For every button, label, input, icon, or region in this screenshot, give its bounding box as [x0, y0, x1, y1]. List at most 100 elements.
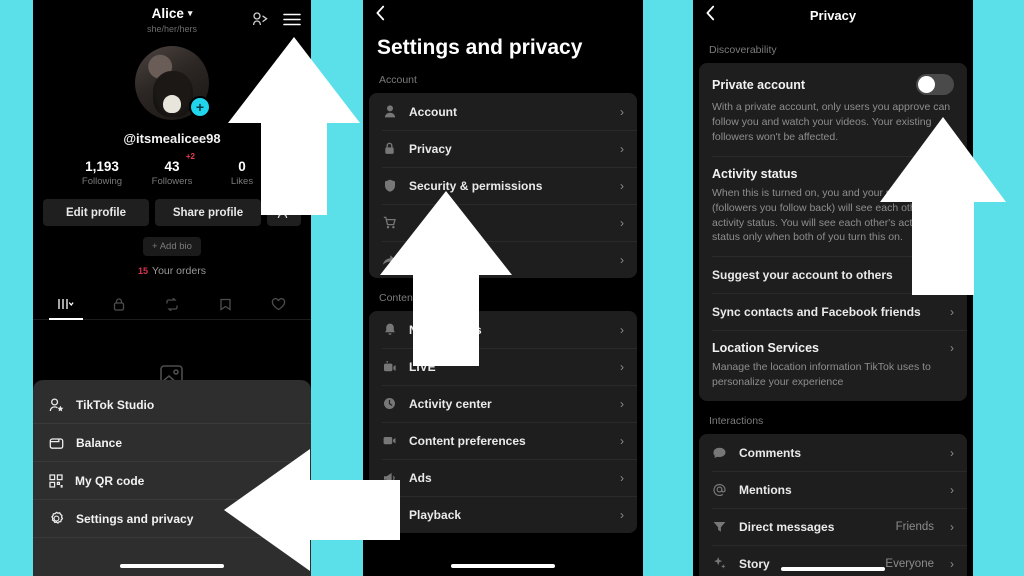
clock-icon — [382, 397, 397, 410]
chevron-right-icon: › — [620, 215, 624, 230]
sheet-item-label: Balance — [76, 435, 123, 450]
chevron-right-icon: › — [950, 341, 954, 356]
row-direct-messages[interactable]: Direct messages Friends › — [699, 508, 967, 545]
chevron-right-icon: › — [620, 141, 624, 156]
video-icon — [382, 435, 397, 446]
annotation-arrow-up-to-privacy-row — [380, 191, 512, 366]
stat-value: 43 — [164, 159, 180, 174]
row-comments[interactable]: Comments › — [699, 434, 967, 471]
chevron-right-icon: › — [620, 396, 624, 411]
your-orders-label: Your orders — [152, 265, 206, 277]
tab-reposts[interactable] — [145, 289, 198, 319]
row-label: Direct messages — [739, 519, 835, 534]
followers-new-badge: +2 — [185, 152, 195, 161]
stat-label: Following — [81, 176, 123, 187]
location-services-description: Manage the location information TikTok u… — [712, 361, 931, 389]
row-mentions[interactable]: Mentions › — [699, 471, 967, 508]
chevron-right-icon: › — [620, 178, 624, 193]
row-label: Mentions — [739, 482, 792, 497]
direct-message-icon — [712, 521, 727, 533]
sheet-item-label: TikTok Studio — [76, 397, 155, 412]
story-icon — [712, 557, 727, 570]
stat-label: Followers — [151, 176, 193, 187]
private-account-toggle[interactable] — [916, 74, 954, 95]
row-privacy[interactable]: Privacy › — [369, 130, 637, 167]
location-services-title: Location Services — [712, 341, 819, 356]
row-value: Everyone — [885, 557, 934, 570]
private-account-title: Private account — [712, 77, 806, 92]
sheet-item-label: Settings and privacy — [76, 511, 194, 526]
your-orders-row[interactable]: 15 Your orders — [33, 265, 311, 277]
chevron-right-icon: › — [950, 556, 954, 571]
screenshot-stage: Alice ▾ she/her/hers + @itsmealicee98 1,… — [0, 0, 1024, 576]
profile-header: Alice ▾ she/her/hers — [33, 0, 311, 34]
settings-nav-bar — [363, 0, 643, 30]
chevron-right-icon: › — [620, 433, 624, 448]
mention-icon — [712, 483, 727, 497]
row-sync-contacts[interactable]: Sync contacts and Facebook friends › — [699, 293, 967, 330]
profile-display-name: Alice — [151, 6, 184, 21]
stat-value: 1,193 — [85, 159, 119, 174]
row-label: Content preferences — [409, 433, 526, 448]
add-story-plus-button[interactable]: + — [189, 96, 211, 118]
row-label: Sync contacts and Facebook friends — [712, 304, 921, 319]
row-story[interactable]: Story Everyone › — [699, 545, 967, 576]
profile-pronouns: she/her/hers — [146, 24, 198, 34]
toggle-knob — [918, 76, 935, 93]
lock-icon — [382, 142, 397, 155]
chevron-right-icon: › — [950, 445, 954, 460]
tab-private[interactable] — [92, 289, 145, 319]
orders-badge: 15 — [138, 266, 149, 276]
home-indicator — [781, 567, 885, 571]
section-label-interactions: Interactions — [709, 415, 764, 428]
person-star-icon — [49, 397, 64, 411]
row-playback[interactable]: Playback › — [369, 496, 637, 533]
add-bio-button[interactable]: + Add bio — [143, 237, 201, 256]
row-account[interactable]: Account › — [369, 93, 637, 130]
stat-followers[interactable]: +2 43 Followers — [137, 152, 207, 187]
privacy-group-interactions: Comments › Mentions › Direct messages Fr… — [699, 434, 967, 576]
row-label: Ads — [409, 470, 432, 485]
qr-code-icon — [49, 473, 63, 488]
edit-profile-button[interactable]: Edit profile — [43, 199, 149, 226]
annotation-arrow-left-to-settings — [224, 449, 400, 571]
home-indicator — [120, 564, 224, 568]
avatar[interactable]: + — [135, 46, 211, 120]
chevron-right-icon: › — [950, 482, 954, 497]
privacy-nav-bar: Privacy — [693, 0, 973, 30]
page-title: Settings and privacy — [377, 36, 583, 59]
row-label: Activity center — [409, 396, 492, 411]
page-title: Privacy — [809, 7, 857, 23]
sheet-item-label: My QR code — [75, 473, 145, 488]
gear-icon — [51, 511, 64, 524]
row-activity-center[interactable]: Activity center › — [369, 385, 637, 422]
chevron-down-icon: ▾ — [187, 8, 193, 18]
comment-icon — [712, 447, 727, 459]
chevron-right-icon: › — [620, 104, 624, 119]
row-content-preferences[interactable]: Content preferences › — [369, 422, 637, 459]
tab-favorites[interactable] — [199, 289, 252, 319]
chevron-right-icon: › — [620, 322, 624, 337]
profile-tabs — [33, 289, 311, 320]
row-value: Friends — [895, 520, 934, 533]
chevron-right-icon: › — [950, 304, 954, 319]
profile-name-switcher[interactable]: Alice ▾ — [152, 6, 193, 21]
person-icon — [382, 105, 397, 118]
chevron-right-icon: › — [950, 519, 954, 534]
home-indicator — [451, 564, 555, 568]
row-label: Privacy — [409, 141, 452, 156]
annotation-arrow-up-to-hamburger — [228, 37, 360, 215]
stat-following[interactable]: 1,193 Following — [67, 159, 137, 187]
block-location-services[interactable]: Location Services › Manage the location … — [699, 330, 967, 401]
chevron-right-icon: › — [620, 470, 624, 485]
back-chevron-left-icon[interactable] — [375, 5, 386, 26]
sheet-item-tiktok-studio[interactable]: TikTok Studio — [33, 386, 311, 424]
group-label-account: Account — [379, 74, 417, 86]
row-label: Account — [409, 104, 457, 119]
tab-posts[interactable] — [39, 289, 92, 320]
row-label: Playback — [409, 507, 462, 522]
chevron-right-icon: › — [620, 359, 624, 374]
tab-liked[interactable] — [252, 289, 305, 319]
row-ads[interactable]: Ads › — [369, 459, 637, 496]
annotation-arrow-up-to-private-account-toggle — [880, 117, 1006, 295]
